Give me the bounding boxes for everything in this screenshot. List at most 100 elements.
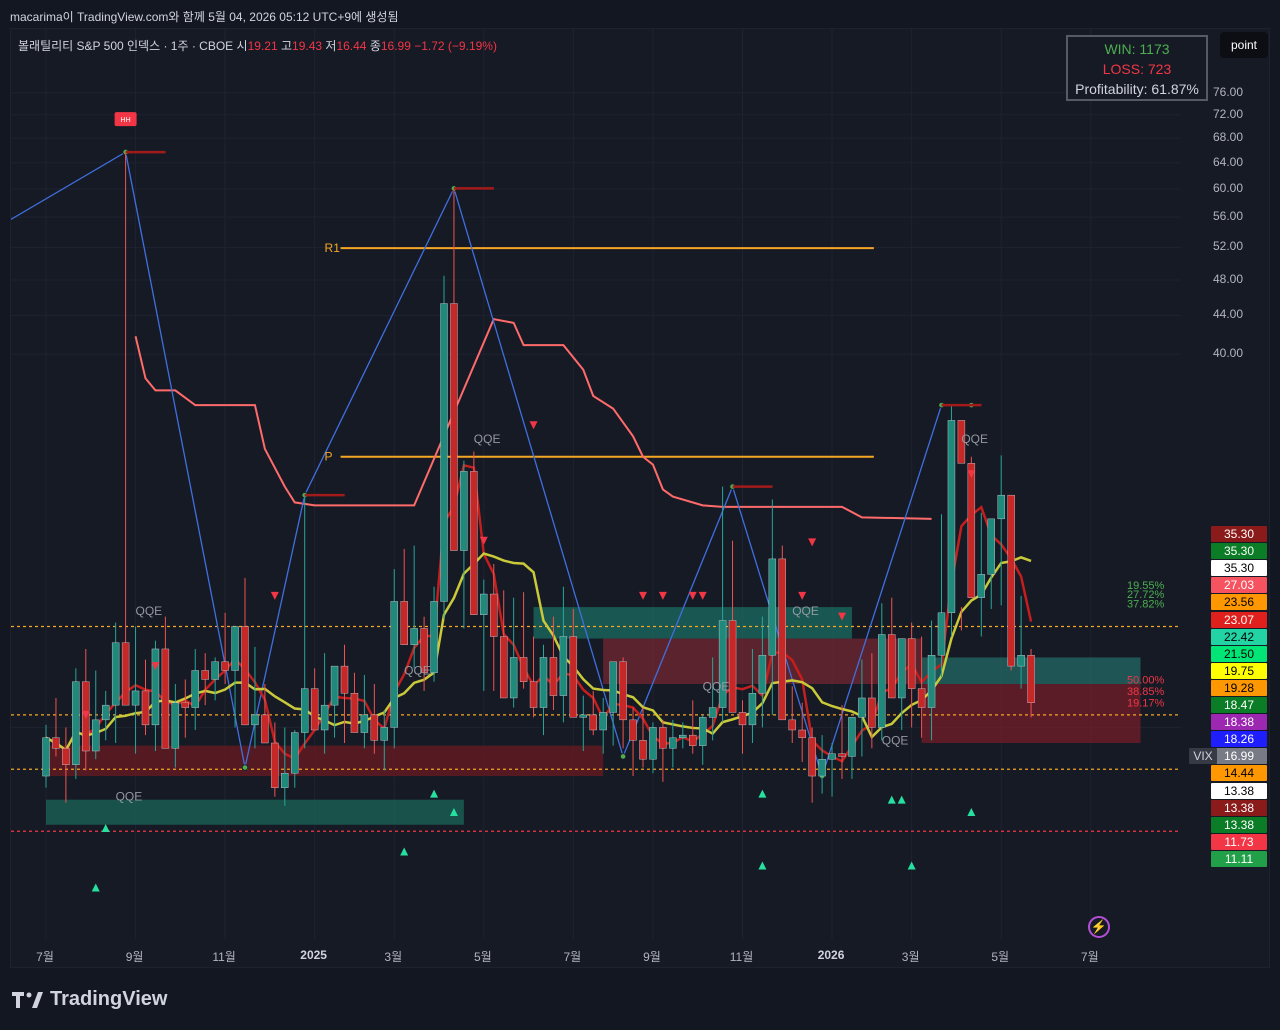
open-value: 19.21 — [247, 39, 278, 53]
candle-body — [400, 601, 408, 645]
candle-body — [689, 734, 697, 746]
price-scale-label: 21.50 — [1211, 645, 1267, 662]
buy-signal-icon — [758, 789, 767, 798]
y-tick-label: 76.00 — [1212, 84, 1244, 99]
candle-body — [460, 471, 468, 551]
candle-body — [679, 734, 687, 738]
candle-body — [868, 697, 876, 728]
x-tick-label: 9월 — [125, 950, 144, 964]
high-label: 고 — [280, 39, 293, 53]
candle-body — [52, 737, 60, 749]
x-tick-label: 3월 — [384, 950, 403, 964]
point-button[interactable]: point — [1220, 32, 1268, 58]
candle-body — [788, 719, 796, 731]
candle-body — [997, 494, 1005, 520]
symbol-title: 볼래틸리티 S&P 500 인덱스 · 1주 · CBOE — [18, 39, 234, 53]
lightning-icon[interactable]: ⚡ — [1088, 916, 1110, 938]
price-scale-label: 18.47 — [1211, 697, 1267, 713]
x-tick-label: 2025 — [300, 948, 327, 962]
symbol-legend: 볼래틸리티 S&P 500 인덱스 · 1주 · CBOE 시19.21 고19… — [18, 37, 497, 54]
candle-body — [281, 772, 289, 788]
y-tick-label: 60.00 — [1212, 181, 1244, 196]
chart-area[interactable]: R1 P QQE QQE QQE QQE QQE QQE QQE QQE 19.55% 27.72% 3… — [10, 28, 1270, 968]
candle-body — [1027, 655, 1035, 703]
candle-body — [350, 693, 359, 733]
price-scale-label: 22.42 — [1211, 628, 1267, 645]
price-scale-label: 27.03 — [1211, 577, 1267, 594]
candle-body — [191, 670, 199, 708]
candle-body — [291, 732, 299, 774]
candle-body — [569, 636, 578, 718]
candle-body — [440, 303, 448, 602]
y-tick-label: 64.00 — [1212, 154, 1244, 169]
tv-mark-icon — [12, 991, 43, 1008]
candle-body — [539, 657, 548, 708]
candle-body — [72, 681, 80, 765]
candle-body — [151, 648, 160, 726]
tradingview-logo[interactable]: TradingView — [12, 988, 167, 1011]
hh-label: HH — [121, 117, 131, 124]
price-scale-label: 13.38 — [1211, 799, 1267, 816]
candle-body — [629, 719, 637, 741]
sell-signal-icon — [798, 591, 807, 600]
candle-body — [410, 628, 418, 645]
chart-annotation-5: QQE — [474, 432, 501, 446]
chart-annotation-3: QQE — [116, 790, 143, 804]
sell-signal-icon — [688, 591, 697, 600]
candle-body — [380, 727, 388, 741]
price-scale-label: 23.07 — [1211, 611, 1267, 628]
swing-point — [619, 753, 627, 760]
candle-body — [907, 638, 916, 689]
x-tick-label: 11월 — [212, 950, 236, 964]
chart-annotation-6: QQE — [703, 679, 730, 693]
chart-annotation-1: P — [325, 450, 333, 464]
win-loss-panel: WIN: 1173 LOSS: 723 Profitability: 61.87… — [1066, 35, 1208, 101]
candle-body — [878, 634, 886, 728]
candle-body — [549, 657, 558, 696]
candle-body — [927, 655, 936, 708]
y-tick-label: 44.00 — [1212, 307, 1244, 322]
candle-body — [111, 642, 120, 706]
candle-body — [659, 727, 667, 749]
buy-signal-icon — [91, 883, 100, 892]
chart-annotation-2: QQE — [136, 604, 163, 618]
candle-body — [579, 714, 587, 718]
buy-signal-icon — [887, 795, 896, 804]
x-tick-label: 7월 — [36, 950, 54, 964]
candle-body — [370, 714, 379, 741]
candle-body — [967, 463, 976, 598]
candle-body — [609, 661, 617, 713]
x-tick-label: 9월 — [643, 950, 661, 964]
y-tick-label: 48.00 — [1212, 271, 1244, 286]
candle-body — [390, 601, 398, 728]
resistance-line — [134, 317, 932, 520]
candle-body — [937, 612, 946, 656]
close-label: 종 — [369, 39, 381, 53]
price-scale-label: 18.26 — [1211, 731, 1267, 748]
low-label: 저 — [325, 39, 337, 53]
candle-body — [201, 670, 209, 680]
candle-body — [808, 737, 816, 777]
fib-label-5: 19.17% — [1127, 698, 1165, 710]
candle-body — [708, 707, 717, 718]
close-value: 16.99 — [380, 39, 411, 53]
candle-body — [171, 702, 180, 749]
price-scale-label: 11.73 — [1211, 833, 1267, 850]
candle-body — [718, 620, 727, 708]
brand-name: TradingView — [50, 988, 168, 1010]
sell-signal-icon — [698, 591, 707, 600]
candle-body — [987, 518, 995, 575]
candle-body — [559, 636, 568, 696]
candle-body — [828, 753, 836, 760]
candle-body — [768, 558, 777, 656]
candle-body — [251, 714, 259, 726]
candle-body — [898, 638, 906, 699]
x-tick-label: 3월 — [901, 950, 920, 964]
price-chart[interactable]: R1PQQEQQEQQEQQEQQEQQEQQEQQE19.55%27.72%3… — [11, 29, 1269, 967]
high-value: 19.43 — [292, 39, 323, 53]
win-count: WIN: 1173 — [1104, 41, 1170, 57]
price-scale-label: 35.30 — [1211, 526, 1267, 542]
candle-body — [758, 655, 767, 694]
candle-body — [738, 712, 747, 726]
candle-body — [271, 742, 279, 788]
